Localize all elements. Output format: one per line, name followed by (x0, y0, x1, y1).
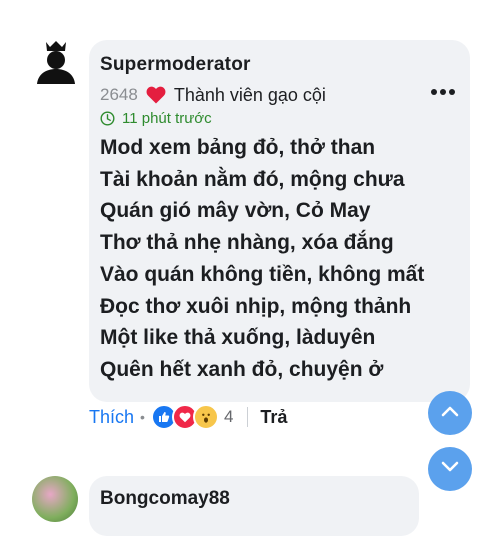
chevron-up-icon (440, 404, 460, 422)
scroll-up-button[interactable] (428, 391, 472, 435)
user-rank-badge: Thành viên gạo cội (173, 84, 326, 105)
comment-username[interactable]: Supermoderator (100, 54, 251, 76)
reaction-count: 4 (223, 407, 234, 426)
heart-icon (146, 86, 166, 104)
scroll-down-button[interactable] (428, 447, 472, 491)
comment-line: Vào quán không tiền, không mất (100, 262, 425, 286)
comment-line: Quán gió mây vờn, Cỏ May (100, 199, 371, 223)
post-count: 2648 (100, 85, 138, 104)
comment-line: Tài khoản nằm đó, mộng chưa (100, 167, 405, 191)
user-avatar-icon[interactable] (32, 38, 80, 86)
next-user-avatar[interactable] (32, 476, 78, 522)
reply-button[interactable]: Trả (260, 407, 287, 428)
more-options-icon[interactable] (431, 88, 455, 96)
user-meta-row: 2648 Thành viên gạo cội (100, 84, 326, 106)
comment-body: Mod xem bảng đỏ, thở than Tài khoản nằm … (100, 132, 460, 386)
comment-timestamp[interactable]: 11 phút trước (100, 108, 212, 128)
comment-line: Đọc thơ xuôi nhịp, mộng thảnh (100, 294, 412, 318)
clock-icon (100, 110, 115, 126)
like-button[interactable]: Thích (89, 407, 134, 428)
comment-actions: Thích • 4 Trả (89, 404, 287, 430)
divider (247, 407, 249, 427)
chevron-down-icon (440, 460, 460, 478)
comment-line: Quên hết xanh đỏ, chuyện ở (100, 357, 384, 381)
next-comment-username[interactable]: Bongcomay88 (100, 488, 230, 510)
comment-line: Thơ thả nhẹ nhàng, xóa đắng (100, 231, 394, 255)
separator-dot: • (140, 409, 145, 425)
comment-line: Mod xem bảng đỏ, thở than (100, 136, 376, 159)
comment-line: Một like thả xuống, làduyên (100, 326, 376, 350)
time-ago-text: 11 phút trước (122, 109, 212, 127)
wow-icon (192, 404, 219, 430)
reactions-summary[interactable]: 4 (150, 404, 234, 430)
